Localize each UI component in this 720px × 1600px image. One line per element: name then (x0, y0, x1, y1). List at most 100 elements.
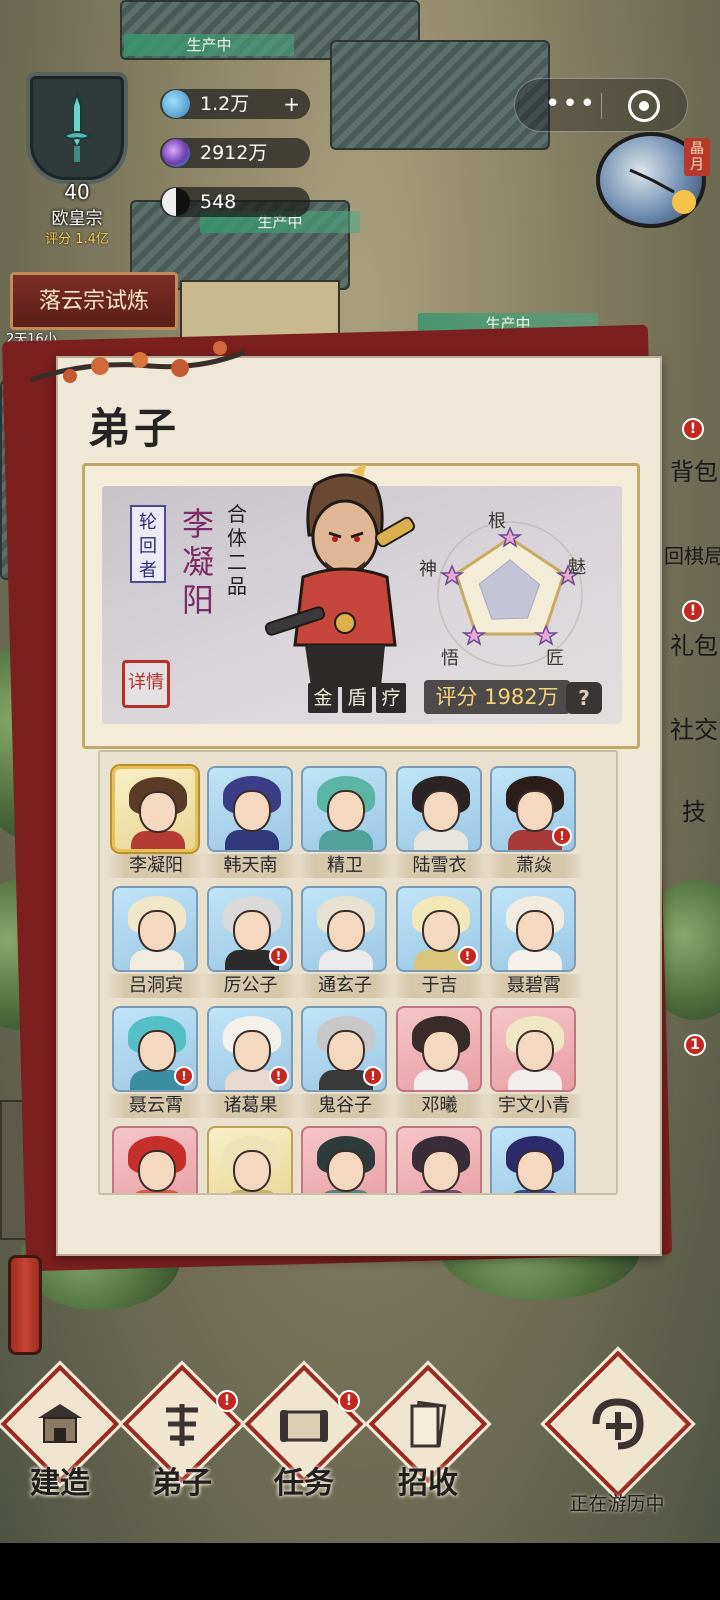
disciple-card[interactable]: 通玄子 (295, 886, 395, 998)
system-navigation-bar (0, 1543, 720, 1600)
moon-phase-label: 晶月 (684, 138, 710, 176)
pavilion-icon (38, 1404, 82, 1443)
disciple-portrait (395, 1006, 482, 1092)
hero-name: 李凝阳 (181, 505, 214, 619)
disciple-card[interactable] (395, 1126, 484, 1193)
disciple-name: 厉公子 (200, 974, 301, 998)
sect-level: 40 (64, 180, 90, 204)
production-status-label: 生产中 (186, 36, 232, 54)
scroll-icon (280, 1410, 328, 1442)
disciple-card[interactable]: 聂碧霄 (484, 886, 584, 998)
side-menu-label: 社交 (670, 716, 718, 744)
alert-badge: ! (268, 946, 289, 966)
disciple-name: 吕洞宾 (106, 974, 206, 998)
disciple-portrait (395, 766, 482, 852)
travel-status-button[interactable]: 正在游历中 (536, 1350, 698, 1515)
disciple-glyph-icon (166, 1404, 198, 1446)
sect-emblem[interactable]: 40 欧皇宗 评分 1.4亿 (18, 52, 136, 247)
disciple-grid-frame[interactable]: 李凝阳 韩天南 精卫 陆雪衣! 萧焱 吕洞宾! 厉公子 通玄子! 于吉 聂碧霄! 聂云霄! 诸葛果! 鬼… (98, 750, 618, 1195)
disciple-face (421, 790, 460, 832)
spirit-stone-value: 1.2万 (200, 93, 250, 115)
element-tag-shield: 盾 (342, 683, 372, 713)
disciple-body (413, 1070, 468, 1090)
disciple-face (232, 910, 271, 952)
disciple-card[interactable] (301, 1126, 389, 1193)
disciple-card[interactable]: 精卫 (295, 766, 395, 878)
disciple-card[interactable]: 邓曦 (389, 1006, 490, 1118)
gem-counter[interactable]: 2912万 (160, 138, 310, 168)
production-status-bar[interactable]: 生产中 (124, 34, 294, 56)
capsule-divider (601, 93, 602, 119)
disciple-face (516, 910, 554, 952)
disciple-card[interactable]: 陆雪衣 (389, 766, 490, 878)
travel-glyph-icon (592, 1398, 644, 1450)
disciple-name: 通玄子 (295, 974, 395, 998)
disciple-portrait (395, 1126, 482, 1193)
disciple-face (232, 1150, 271, 1192)
hero-detail-button[interactable]: 详情 (122, 660, 170, 708)
disciple-card[interactable]: ! 诸葛果 (200, 1006, 301, 1118)
side-menu-chess[interactable]: 回棋局 (664, 540, 720, 569)
element-tag-metal: 金 (308, 683, 338, 713)
disciple-card[interactable]: 宇文小青 (484, 1006, 584, 1118)
disciple-body (224, 830, 279, 850)
disciple-card[interactable]: 李凝阳 (106, 766, 206, 878)
disciple-card[interactable]: ! 鬼谷子 (295, 1006, 395, 1118)
disciple-name: 宇文小青 (484, 1094, 584, 1118)
taiji-icon (162, 188, 190, 216)
disciple-portrait (301, 1126, 387, 1193)
invitation-card-icon (410, 1400, 447, 1448)
more-options-icon[interactable]: ••• (545, 89, 597, 119)
sect-name: 欧皇宗 (51, 209, 103, 229)
disciple-name: 鬼谷子 (295, 1094, 395, 1118)
count-badge: 1 (684, 1034, 706, 1056)
alert-badge: ! (216, 1390, 238, 1412)
disciple-name: 李凝阳 (106, 854, 206, 878)
disciple-face (421, 910, 460, 952)
disciple-portrait (206, 766, 293, 852)
disciple-card[interactable]: ! 聂云霄 (106, 1006, 206, 1118)
taiji-counter[interactable]: 548 (160, 187, 310, 217)
nav-recruit-button[interactable]: 招收 (368, 1364, 488, 1501)
disciple-portrait (301, 766, 387, 852)
side-menu-gift[interactable]: 礼包 (664, 626, 720, 661)
nav-disciple-button[interactable]: 弟子 ! (122, 1364, 242, 1501)
disciple-name: 聂碧霄 (484, 974, 584, 998)
disciple-card[interactable] (112, 1126, 200, 1193)
alert-badge: ! (457, 946, 478, 966)
side-menu-label: 回棋局 (664, 544, 720, 568)
radar-label-craft: 匠 (546, 648, 564, 669)
panel-title: 弟子 (88, 404, 181, 453)
close-mini-program-icon[interactable] (628, 90, 660, 122)
side-menu-bag[interactable]: 背包 (664, 452, 720, 487)
disciple-body (130, 950, 184, 970)
disciple-card[interactable] (206, 1126, 295, 1193)
side-menu-social[interactable]: 社交 (664, 710, 720, 745)
disciple-card[interactable] (490, 1126, 578, 1193)
disciple-card[interactable]: 韩天南 (200, 766, 301, 878)
add-spirit-stone-button[interactable]: + (283, 89, 300, 119)
side-menu-skill[interactable]: 技 (664, 792, 720, 827)
nav-task-button[interactable]: 任务 ! (244, 1364, 364, 1501)
travel-status-label: 正在游历中 (569, 1493, 665, 1515)
hero-realm: 合体二品 (227, 502, 247, 598)
disciple-card[interactable]: ! 厉公子 (200, 886, 301, 998)
disciple-face (139, 791, 177, 833)
disciple-face (327, 790, 365, 832)
event-banner[interactable]: 落云宗试炼 (10, 272, 178, 330)
disciple-card[interactable]: ! 于吉 (389, 886, 490, 998)
nav-build-button[interactable]: 建造 (0, 1364, 120, 1501)
disciple-card[interactable]: 吕洞宾 (106, 886, 206, 998)
disciple-face (327, 1150, 365, 1192)
element-tag-heal: 疗 (376, 683, 406, 713)
spirit-stone-counter[interactable]: 1.2万 + (160, 89, 310, 119)
help-button[interactable]: ? (566, 682, 602, 714)
side-menu-label: 礼包 (670, 632, 718, 660)
disciple-card[interactable]: ! 萧焱 (484, 766, 584, 878)
alert-badge: ! (268, 1066, 289, 1086)
plum-branch-decoration (30, 341, 246, 383)
side-menu-label: 技 (682, 798, 706, 826)
disciple-name: 聂云霄 (106, 1094, 206, 1118)
alert-badge: ! (682, 418, 704, 440)
disciple-portrait (112, 766, 198, 852)
